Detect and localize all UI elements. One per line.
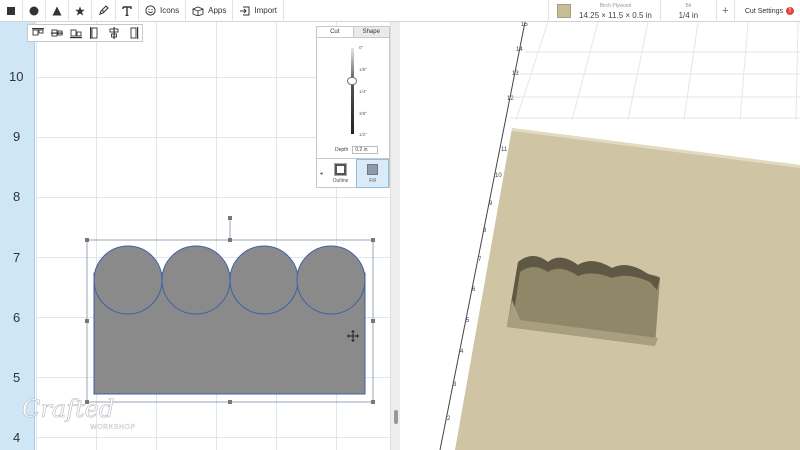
depth-input[interactable]: 0.2 in (352, 146, 379, 154)
square-icon (7, 6, 15, 15)
text-tool-button[interactable] (116, 0, 139, 22)
align-left-icon (89, 27, 97, 39)
svg-text:7: 7 (478, 257, 482, 263)
align-middle-button[interactable] (47, 25, 66, 41)
ruler-label: 9 (13, 129, 21, 144)
ruler-label: 10 (9, 69, 24, 84)
align-center-icon (109, 27, 118, 39)
text-icon (122, 5, 132, 16)
depth-row: Depth 0.2 in (335, 146, 379, 154)
svg-text:3: 3 (453, 382, 457, 388)
depth-slider-handle[interactable] (347, 77, 357, 85)
apps-button[interactable]: Apps (186, 0, 234, 22)
apps-label: Apps (208, 6, 227, 15)
star-icon (75, 5, 85, 16)
align-middle-icon (50, 29, 63, 37)
circle-tool-button[interactable] (23, 0, 46, 22)
depth-mark: 0" (359, 45, 364, 50)
tab-cut[interactable]: Cut (317, 27, 353, 37)
align-bottom-button[interactable] (66, 25, 85, 41)
pen-tool-button[interactable] (92, 0, 116, 22)
cut-settings-button[interactable]: Cut Settings ! (733, 0, 800, 22)
smiley-icon (145, 5, 156, 16)
icons-label: Icons (160, 6, 180, 15)
logo-text: Crafted (22, 395, 114, 423)
bit-label: Bit (685, 3, 692, 9)
align-right-icon (130, 27, 138, 39)
depth-slider-track[interactable] (351, 48, 354, 134)
circle-icon (29, 6, 39, 15)
3d-preview-pane[interactable]: 15 14 13 12 11 10 9 8 7 6 5 4 3 2 (400, 22, 800, 450)
material-name: Birch Plywood (599, 3, 632, 9)
ruler-label: 5 (13, 370, 21, 385)
add-button[interactable]: + (715, 0, 734, 22)
align-top-button[interactable] (28, 25, 47, 41)
svg-text:9: 9 (489, 201, 493, 207)
outline-icon (334, 162, 347, 176)
ruler-label: 6 (13, 310, 21, 325)
fill-label: Fill (369, 177, 376, 184)
pen-icon (99, 5, 109, 15)
ruler-label: 7 (13, 250, 21, 265)
pane-divider[interactable] (390, 22, 400, 450)
square-tool-button[interactable] (0, 0, 23, 22)
crafted-workshop-logo: Crafted WORKSHOP (22, 395, 136, 431)
align-top-icon (31, 28, 44, 36)
fill-icon (367, 163, 378, 175)
toolbar-right: Birch Plywood 14.25 × 11.5 × 0.5 in Bit … (548, 0, 800, 22)
alert-badge: ! (786, 7, 794, 15)
logo-subtext: WORKSHOP (90, 424, 136, 431)
material-swatch (557, 4, 572, 18)
triangle-tool-button[interactable] (46, 0, 69, 22)
cut-mode-row: ◂ Outline Fill (317, 158, 389, 188)
svg-text:14: 14 (516, 47, 523, 53)
box-icon (192, 6, 204, 16)
align-center-button[interactable] (104, 25, 123, 41)
bit-value: 1/4 in (678, 11, 699, 20)
align-toolbar (27, 24, 143, 42)
material-dimensions: 14.25 × 11.5 × 0.5 in (579, 11, 652, 20)
svg-text:13: 13 (512, 71, 519, 77)
svg-text:10: 10 (495, 173, 502, 179)
svg-text:15: 15 (521, 22, 528, 28)
fill-mode-button[interactable]: Fill (356, 159, 389, 188)
toolbar: Icons Apps Import Birch Plywood 14.25 × … (0, 0, 800, 22)
svg-text:11: 11 (501, 147, 508, 153)
svg-text:12: 12 (507, 96, 514, 102)
material-selector[interactable]: Birch Plywood 14.25 × 11.5 × 0.5 in (548, 0, 660, 22)
ruler-label: 8 (13, 189, 21, 204)
depth-mark: 3/8" (359, 111, 367, 116)
align-bottom-icon (69, 29, 82, 39)
align-right-button[interactable] (123, 25, 142, 41)
align-left-button[interactable] (85, 25, 104, 41)
svg-text:8: 8 (483, 228, 487, 234)
import-icon (240, 6, 250, 15)
svg-text:6: 6 (472, 287, 476, 293)
import-button[interactable]: Import (233, 0, 285, 22)
depth-mark: 1/4" (359, 89, 367, 94)
bit-selector[interactable]: Bit 1/4 in (659, 0, 716, 22)
svg-text:5: 5 (466, 318, 470, 324)
cut-settings-panel: Cut Shape 0" 1/8" 1/4" 3/8" 1/2" Depth 0… (316, 26, 390, 188)
star-tool-button[interactable] (69, 0, 92, 22)
svg-text:4: 4 (460, 349, 464, 355)
cut-settings-label: Cut Settings (744, 7, 783, 15)
icons-button[interactable]: Icons (139, 0, 187, 22)
depth-mark: 1/8" (359, 67, 367, 72)
app-window: Icons Apps Import Birch Plywood 14.25 × … (0, 0, 800, 450)
depth-label: Depth (335, 147, 349, 153)
depth-mark: 1/2" (359, 132, 367, 137)
triangle-icon (52, 6, 62, 15)
outline-label: Outline (332, 177, 349, 184)
tab-shape[interactable]: Shape (352, 27, 389, 37)
preview-grid (510, 22, 800, 121)
scrollbar-thumb[interactable] (394, 410, 398, 424)
cut-panel-tabs: Cut Shape (317, 27, 389, 38)
3d-preview-scene: 15 14 13 12 11 10 9 8 7 6 5 4 3 2 (439, 22, 800, 450)
svg-text:2: 2 (447, 416, 451, 422)
outline-mode-button[interactable]: Outline (325, 159, 356, 188)
chevron-left-icon[interactable]: ◂ (317, 159, 325, 188)
import-label: Import (254, 6, 278, 15)
